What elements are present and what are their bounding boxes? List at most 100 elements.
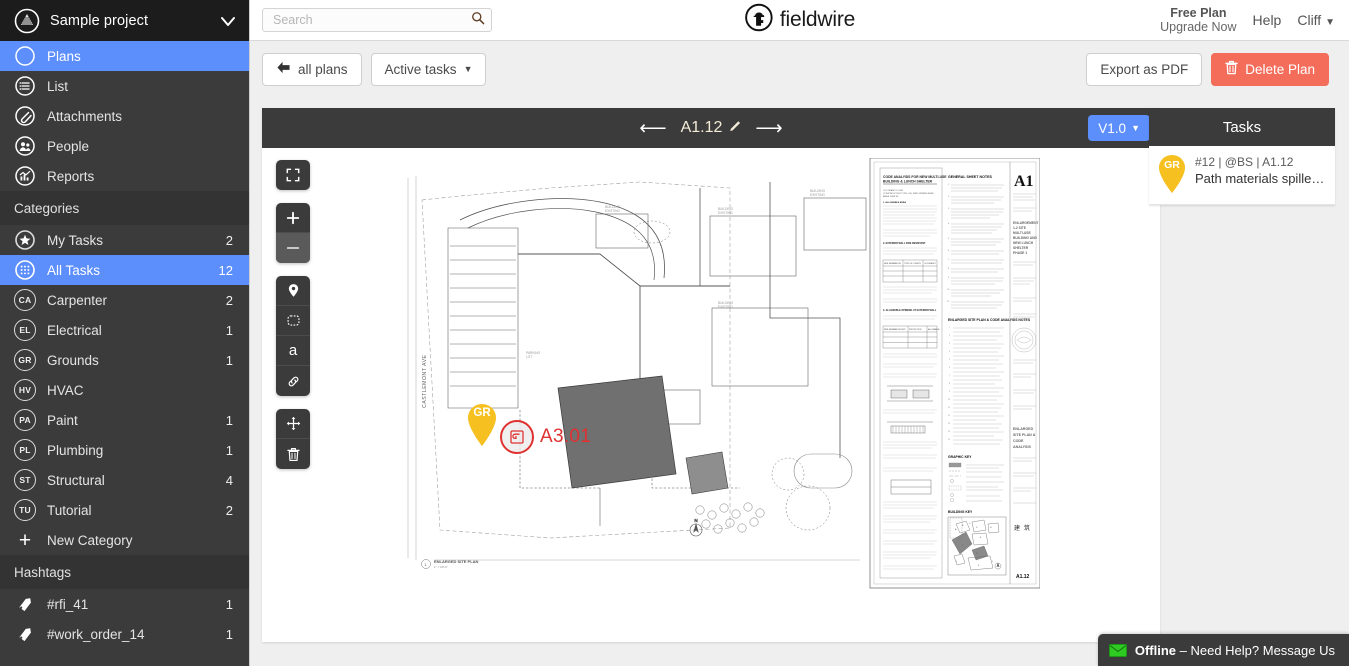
pin-icon[interactable] [276,276,310,306]
plus-icon: + [14,529,36,551]
fieldwire-logo: fieldwire [744,3,855,37]
task-pin-label: GR [466,407,498,419]
star-icon [14,229,36,251]
sidebar-label: Plans [47,49,81,64]
new-category-button[interactable]: + New Category [0,525,249,555]
move-icon[interactable] [276,409,310,439]
project-stack-icon [14,8,40,34]
version-label: V1.0 [1098,121,1126,136]
support-chat-widget[interactable]: Offline – Need Help? Message Us [1098,634,1349,666]
category-item-hvac[interactable]: HV HVAC [0,375,249,405]
zoom-in-icon[interactable] [276,203,310,233]
category-item-tutorial[interactable]: TU Tutorial 2 [0,495,249,525]
plan-tier-label: Free Plan [1160,6,1236,20]
project-name: Sample project [50,13,209,29]
sidebar-label: Attachments [47,109,122,124]
category-item-plumbing[interactable]: PL Plumbing 1 [0,435,249,465]
next-plan-button[interactable]: ⟶ [755,119,782,138]
all-plans-back-button[interactable]: all plans [262,53,362,86]
category-count: 1 [226,413,233,428]
zoom-out-icon[interactable] [276,233,310,263]
hyperlink-marker[interactable]: A3.01 [500,420,591,454]
hashtag-item-rfi-41[interactable]: #rfi_41 1 [0,589,249,619]
category-badge-icon: ST [14,469,36,491]
category-badge-icon: PL [14,439,36,461]
top-bar: fieldwire Free Plan Upgrade Now Help Cli… [250,0,1349,41]
plan-name: A1.12 [681,119,723,137]
hashtag-item-work-order-14[interactable]: #work_order_14 1 [0,619,249,649]
task-filter-dropdown[interactable]: Active tasks ▼ [371,53,487,86]
hyperlink-circle [500,420,534,454]
search-container[interactable] [262,8,492,32]
category-item-electrical[interactable]: EL Electrical 1 [0,315,249,345]
upgrade-plan-button[interactable]: Free Plan Upgrade Now [1160,6,1236,35]
previous-plan-button[interactable]: ⟵ [639,119,666,138]
category-item-my-tasks[interactable]: My Tasks 2 [0,225,249,255]
arrow-left-icon [276,61,291,77]
version-selector[interactable]: V1.0 ▼ [1088,115,1150,141]
sidebar-item-reports[interactable]: Reports [0,161,249,191]
trash-icon [1225,60,1238,78]
category-label: All Tasks [47,263,208,278]
lasso-icon[interactable] [276,306,310,336]
sidebar: Sample project Plans [0,0,250,666]
sidebar-item-list[interactable]: List [0,71,249,101]
user-menu[interactable]: Cliff ▼ [1297,12,1335,28]
edit-pencil-icon[interactable] [728,120,741,136]
tag-icon [14,623,36,645]
task-item-text: #12 | @BS | A1.12 Path materials spille… [1195,154,1325,194]
text-icon[interactable]: a [276,336,310,366]
search-input[interactable] [273,13,471,27]
project-selector[interactable]: Sample project [0,0,249,41]
category-count: 2 [226,233,233,248]
category-item-structural[interactable]: ST Structural 4 [0,465,249,495]
hyperlink-label: A3.01 [540,426,591,448]
task-item-badge: GR [1157,159,1187,171]
fullscreen-icon[interactable] [276,160,310,190]
new-category-label: New Category [47,533,233,548]
tag-icon [14,593,36,615]
fieldwire-app: Sample project Plans [0,0,1349,666]
chat-status-label: Offline [1135,643,1176,658]
category-item-paint[interactable]: PA Paint 1 [0,405,249,435]
category-count: 1 [226,353,233,368]
sidebar-label: People [47,139,89,154]
chevron-down-icon[interactable] [219,12,237,30]
category-count: 4 [226,473,233,488]
plan-canvas[interactable]: a [262,148,1160,642]
tool-group-zoom [276,203,310,263]
upgrade-now-label: Upgrade Now [1160,20,1236,34]
tasks-panel: Tasks GR #12 | @BS | A1.12 Path material… [1149,108,1335,205]
help-link[interactable]: Help [1253,12,1282,28]
user-name: Cliff [1297,12,1321,28]
sidebar-item-attachments[interactable]: Attachments [0,101,249,131]
plan-toolbar: all plans Active tasks ▼ Export as PDF [250,41,1349,97]
category-item-carpenter[interactable]: CA Carpenter 2 [0,285,249,315]
caret-down-icon: ▼ [1325,17,1335,28]
export-pdf-button[interactable]: Export as PDF [1086,53,1202,86]
category-item-all-tasks[interactable]: All Tasks 12 [0,255,249,285]
category-label: My Tasks [47,233,215,248]
category-item-grounds[interactable]: GR Grounds 1 [0,345,249,375]
task-list-item[interactable]: GR #12 | @BS | A1.12 Path materials spil… [1149,146,1335,205]
search-icon[interactable] [471,11,485,30]
link-icon[interactable] [276,366,310,396]
category-label: Electrical [47,323,215,338]
sidebar-item-people[interactable]: People [0,131,249,161]
category-count: 12 [219,263,233,278]
plan-viewer-header: ⟵ A1.12 ⟶ V1.0 ▼ [262,108,1160,148]
trash-icon[interactable] [276,439,310,469]
tool-group-view [276,160,310,190]
hashtag-count: 1 [226,597,233,612]
annotation-toolbar: a [276,160,310,482]
task-item-pin-icon: GR [1157,154,1187,194]
task-pin-marker[interactable]: GR [466,403,498,447]
category-count: 2 [226,503,233,518]
compass-icon [14,45,36,67]
plan-title: A1.12 [681,119,742,137]
delete-plan-button[interactable]: Delete Plan [1211,53,1329,86]
category-label: Paint [47,413,215,428]
sidebar-label: Reports [47,169,94,184]
export-pdf-label: Export as PDF [1100,62,1188,77]
sidebar-item-plans[interactable]: Plans [0,41,249,71]
